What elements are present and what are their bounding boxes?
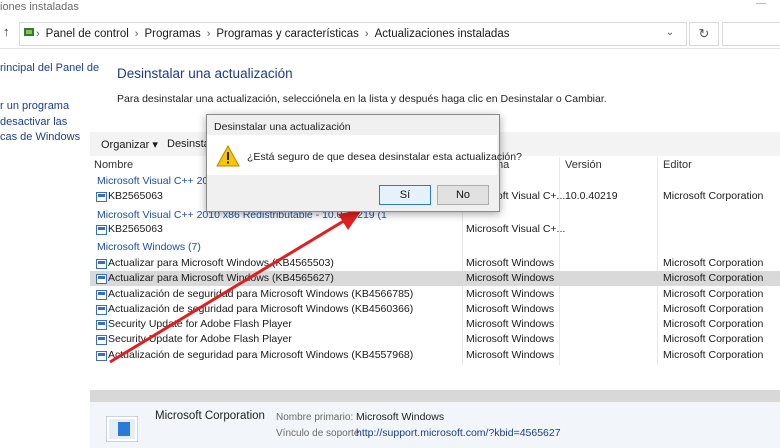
cell-program: Microsoft Windows xyxy=(466,333,555,345)
update-icon xyxy=(96,335,107,345)
cell-publisher: Microsoft Corporation xyxy=(663,333,764,345)
warning-icon xyxy=(216,145,240,167)
column-header-publisher[interactable]: Editor xyxy=(663,159,692,171)
cell-program: Microsoft Windows xyxy=(466,272,555,284)
update-icon xyxy=(96,305,107,315)
details-pane xyxy=(90,402,780,448)
table-row[interactable]: Security Update for Adobe Flash Player Mi… xyxy=(90,317,780,332)
dialog-title: Desinstalar una actualización xyxy=(214,121,351,133)
chevron-right-icon: › xyxy=(206,28,211,40)
table-row[interactable]: Actualización de seguridad para Microsof… xyxy=(90,348,780,363)
page-title: Desinstalar una actualización xyxy=(117,66,293,81)
left-link-features[interactable]: desactivar las xyxy=(0,116,67,128)
cell-program: Microsoft Windows xyxy=(466,257,555,269)
windows-update-icon xyxy=(106,416,138,442)
refresh-icon[interactable]: ↻ xyxy=(689,22,719,46)
organize-button[interactable]: Organizar ▾ xyxy=(101,138,158,151)
left-pane: rincipal del Panel de r un programa desa… xyxy=(0,49,99,448)
crumb-programs[interactable]: Programas xyxy=(144,28,200,40)
cell-name: Security Update for Adobe Flash Player xyxy=(108,318,292,330)
group-header[interactable]: Microsoft Visual C++ 2010 xyxy=(97,175,220,187)
window-title: iones instaladas xyxy=(0,1,79,13)
cell-program: Microsoft Windows xyxy=(466,349,555,361)
cell-publisher: Microsoft Corporation xyxy=(663,190,764,202)
left-link-home[interactable]: rincipal del Panel de xyxy=(0,62,99,74)
left-link-uninstall[interactable]: r un programa xyxy=(0,100,69,112)
cell-publisher: Microsoft Corporation xyxy=(663,272,764,284)
chevron-right-icon: › xyxy=(36,28,40,40)
chevron-right-icon: › xyxy=(364,28,369,40)
cell-publisher: Microsoft Corporation xyxy=(663,257,764,269)
table-row[interactable]: Actualización de seguridad para Microsof… xyxy=(90,287,780,302)
update-icon xyxy=(96,290,107,300)
uninstall-button[interactable]: Desinsta xyxy=(167,138,210,150)
cell-name: Actualizar para Microsoft Windows (KB456… xyxy=(108,257,334,269)
cell-version: 10.0.40219 xyxy=(565,190,618,202)
update-icon xyxy=(96,351,107,361)
cell-name: Security Update for Adobe Flash Player xyxy=(108,333,292,345)
title-bar xyxy=(0,0,780,17)
update-icon xyxy=(96,274,107,284)
chevron-right-icon: › xyxy=(134,28,139,40)
crumb-programs-features[interactable]: Programas y características xyxy=(216,28,359,40)
update-icon xyxy=(96,192,107,202)
cell-name: Actualización de seguridad para Microsof… xyxy=(108,303,414,315)
crumb-installed-updates[interactable]: Actualizaciones instaladas xyxy=(375,28,510,40)
cell-publisher: Microsoft Corporation xyxy=(663,303,764,315)
cell-program: Microsoft Windows xyxy=(466,303,555,315)
update-icon xyxy=(96,259,107,269)
cell-program: Microsoft Visual C+... xyxy=(466,223,566,235)
cell-publisher: Microsoft Corporation xyxy=(663,349,764,361)
update-icon xyxy=(96,225,107,235)
page-description: Para desinstalar una actualización, sele… xyxy=(117,93,607,105)
cell-name: Actualizar para Microsoft Windows (KB456… xyxy=(108,272,334,284)
dialog-message: ¿Está seguro de que desea desinstalar es… xyxy=(247,151,522,163)
yes-button[interactable]: Sí xyxy=(379,185,431,205)
table-row[interactable]: KB2565063 Microsoft Visual C+... xyxy=(90,222,780,237)
group-header[interactable]: Microsoft Windows (7) xyxy=(97,241,201,253)
chevron-down-icon[interactable]: ⌄ xyxy=(662,23,678,43)
table-row[interactable]: Actualización de seguridad para Microsof… xyxy=(90,302,780,317)
horizontal-scrollbar[interactable] xyxy=(90,390,780,402)
column-header-version[interactable]: Versión xyxy=(565,159,602,171)
column-header-name[interactable]: Nombre xyxy=(94,159,133,171)
cell-name: Actualización de seguridad para Microsof… xyxy=(108,288,414,300)
cell-publisher: Microsoft Corporation xyxy=(663,288,764,300)
table-row[interactable]: Actualizar para Microsoft Windows (KB456… xyxy=(90,256,780,271)
up-arrow-icon[interactable]: ↑ xyxy=(3,24,10,39)
left-link-features-2[interactable]: cas de Windows xyxy=(0,131,80,143)
cell-name: KB2565063 xyxy=(108,190,163,202)
search-input[interactable] xyxy=(722,22,780,46)
cell-name: KB2565063 xyxy=(108,223,163,235)
no-button[interactable]: No xyxy=(437,185,489,205)
cell-name: Actualización de seguridad para Microsof… xyxy=(108,349,414,361)
update-icon xyxy=(96,320,107,330)
cell-program: Microsoft Windows xyxy=(466,288,555,300)
breadcrumb: › Panel de control › Programas › Program… xyxy=(36,27,509,41)
details-primary-value: Microsoft Windows xyxy=(356,411,445,423)
cell-publisher: Microsoft Corporation xyxy=(663,318,764,330)
details-primary-label: Nombre primario: xyxy=(276,412,354,423)
table-row[interactable]: Security Update for Adobe Flash Player Mi… xyxy=(90,332,780,347)
cell-program: Microsoft Windows xyxy=(466,318,555,330)
details-support-link[interactable]: http://support.microsoft.com/?kbid=45656… xyxy=(356,427,561,439)
crumb-control-panel[interactable]: Panel de control xyxy=(46,28,129,40)
table-row[interactable]: Actualizar para Microsoft Windows (KB456… xyxy=(90,271,780,286)
details-company: Microsoft Corporation xyxy=(155,410,265,422)
minimize-button[interactable]: — xyxy=(742,0,780,10)
